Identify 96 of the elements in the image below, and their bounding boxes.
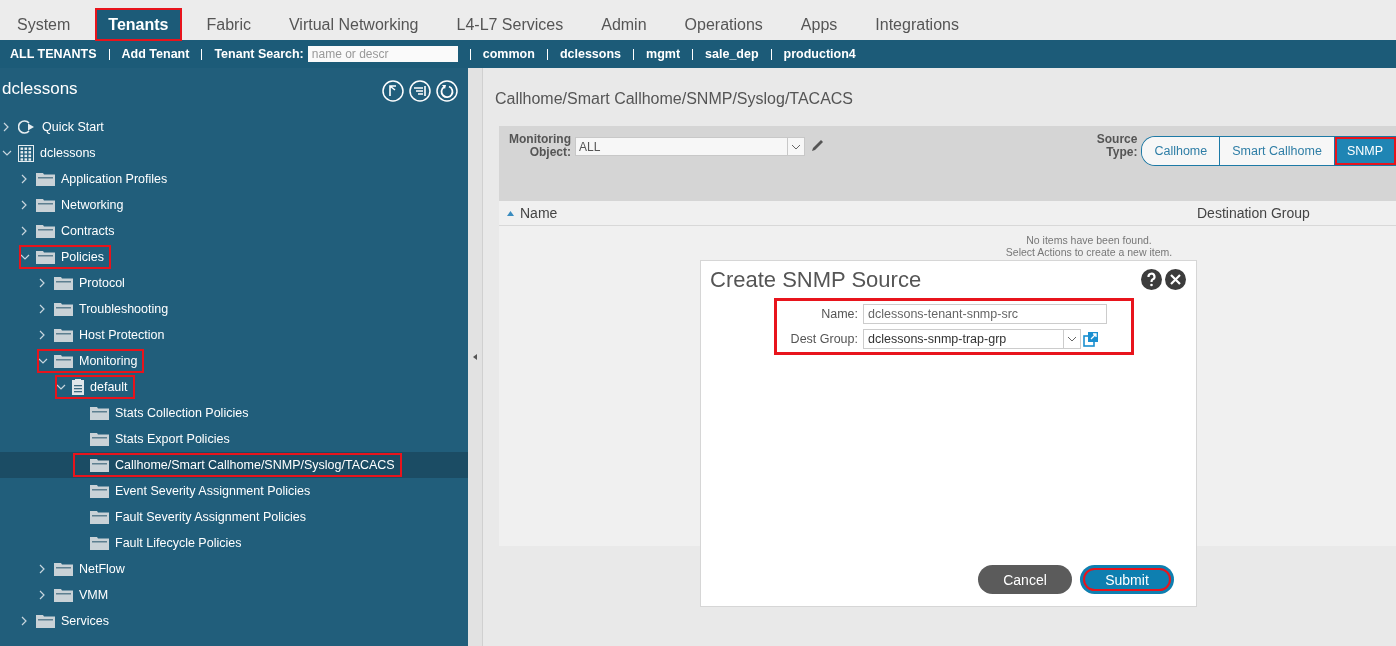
folder-icon (36, 172, 55, 186)
close-icon[interactable] (1165, 269, 1186, 290)
tree-item[interactable]: Services (0, 608, 468, 634)
list-icon[interactable] (409, 80, 431, 102)
tenant-link[interactable]: production4 (783, 47, 856, 61)
chevron-icon[interactable] (38, 356, 48, 366)
tree-item[interactable]: NetFlow (0, 556, 468, 582)
tree-item[interactable]: Callhome/Smart Callhome/SNMP/Syslog/TACACS (0, 452, 468, 478)
annotation-box: Policies (20, 246, 111, 268)
search-label: Tenant Search: (214, 47, 304, 61)
nav-tab[interactable]: System (5, 9, 83, 40)
nav-tab[interactable]: Tenants (96, 9, 181, 40)
nav-tab[interactable]: Integrations (863, 9, 971, 40)
nav-tab[interactable]: Admin (589, 9, 659, 40)
chevron-icon (1067, 336, 1077, 342)
tenant-link[interactable]: sale_dep (705, 47, 759, 61)
tree-item[interactable]: Fault Severity Assignment Policies (0, 504, 468, 530)
nav-tab[interactable]: Fabric (194, 9, 263, 40)
folder-icon (90, 432, 109, 446)
sidebar-title: dclessons (1, 79, 79, 99)
tree-item[interactable]: Protocol (0, 270, 468, 296)
tree-item[interactable]: Stats Collection Policies (0, 400, 468, 426)
folder-icon (54, 588, 73, 602)
tenant-link[interactable]: mgmt (646, 47, 681, 61)
monitoring-object-dropdown[interactable]: ALL (575, 137, 805, 156)
folder-icon (36, 250, 55, 264)
annotation-box: Monitoring (38, 350, 144, 372)
empty-message: Select Actions to create a new item. (1004, 246, 1174, 258)
tree-item[interactable]: Stats Export Policies (0, 426, 468, 452)
nav-tab[interactable]: Apps (788, 9, 850, 40)
refresh-icon[interactable] (436, 80, 458, 102)
column-header[interactable]: Destination Group (1197, 205, 1310, 221)
dialog-title: Create SNMP Source (710, 267, 922, 293)
tenant-link[interactable]: dclessons (559, 47, 621, 61)
annotation-box: Callhome/Smart Callhome/SNMP/Syslog/TACACS (74, 454, 401, 476)
sort-up-icon (507, 210, 514, 216)
flag-icon[interactable] (382, 80, 404, 102)
nav-tab[interactable]: L4-L7 Services (444, 9, 576, 40)
nav-link[interactable]: ALL TENANTS (10, 47, 97, 61)
name-field[interactable]: dclessons-tenant-snmp-src (863, 304, 1107, 324)
chevron-icon[interactable] (56, 382, 66, 392)
annotation-box: default (56, 376, 134, 398)
tree-item[interactable]: Host Protection (0, 322, 468, 348)
tree-item[interactable]: Networking (0, 192, 468, 218)
tree-item[interactable]: Policies (0, 244, 468, 270)
folder-icon (90, 536, 109, 550)
folder-icon (54, 562, 73, 576)
folder-icon (54, 328, 73, 342)
folder-icon (90, 484, 109, 498)
field-label: Name: (820, 307, 859, 321)
folder-icon (36, 224, 55, 238)
chevron-icon (791, 143, 801, 150)
segment-option[interactable]: Callhome (1142, 137, 1221, 165)
folder-icon (36, 198, 55, 212)
segment-option[interactable]: Smart Callhome (1220, 137, 1335, 165)
folder-icon (90, 510, 109, 524)
folder-icon (54, 354, 73, 368)
tree-item[interactable]: Event Severity Assignment Policies (0, 478, 468, 504)
cancel-button[interactable]: Cancel (978, 565, 1072, 594)
empty-message: No items have been found. (1025, 234, 1153, 246)
folder-icon (54, 276, 73, 290)
external-link-icon[interactable] (1083, 331, 1099, 347)
tree-item[interactable]: dclessons (0, 140, 468, 166)
tree-item[interactable]: Monitoring (0, 348, 468, 374)
folder-icon (90, 406, 109, 420)
help-icon[interactable] (1141, 269, 1162, 290)
tree-item[interactable]: Quick Start (0, 114, 468, 140)
segment-option[interactable]: SNMP (1334, 137, 1396, 165)
tree-item[interactable]: Contracts (0, 218, 468, 244)
tenant-search-field[interactable]: name or descr (307, 46, 458, 62)
column-header[interactable]: Name (499, 205, 1197, 221)
nav-link[interactable]: Add Tenant (121, 47, 190, 61)
chevron-icon[interactable] (2, 148, 12, 158)
submit-button[interactable]: Submit (1080, 565, 1174, 594)
nav-tab[interactable]: Virtual Networking (276, 9, 431, 40)
tree-item[interactable]: Fault Lifecycle Policies (0, 530, 468, 556)
page-title: Callhome/Smart Callhome/SNMP/Syslog/TACACS (495, 90, 855, 108)
tree-item[interactable]: VMM (0, 582, 468, 608)
building-icon (18, 144, 34, 162)
tree-item[interactable]: default (0, 374, 468, 400)
folder-icon (36, 614, 55, 628)
field-label: Dest Group: (789, 332, 859, 346)
tree-item[interactable]: Troubleshooting (0, 296, 468, 322)
field-label: Source Type: (1095, 133, 1138, 159)
collapse-arrow-icon[interactable] (473, 354, 477, 360)
chevron-icon[interactable] (20, 252, 30, 262)
tree-item[interactable]: Application Profiles (0, 166, 468, 192)
field-label: Monitoring Object: (508, 133, 571, 159)
clipboard-icon (72, 379, 84, 395)
quickstart-icon (18, 120, 36, 134)
folder-icon (90, 458, 109, 472)
pencil-icon[interactable] (811, 139, 824, 152)
nav-tab[interactable]: Operations (672, 9, 775, 40)
dest-group-dropdown[interactable]: dclessons-snmp-trap-grp (863, 329, 1081, 349)
folder-icon (54, 302, 73, 316)
tenant-link[interactable]: common (482, 47, 535, 61)
